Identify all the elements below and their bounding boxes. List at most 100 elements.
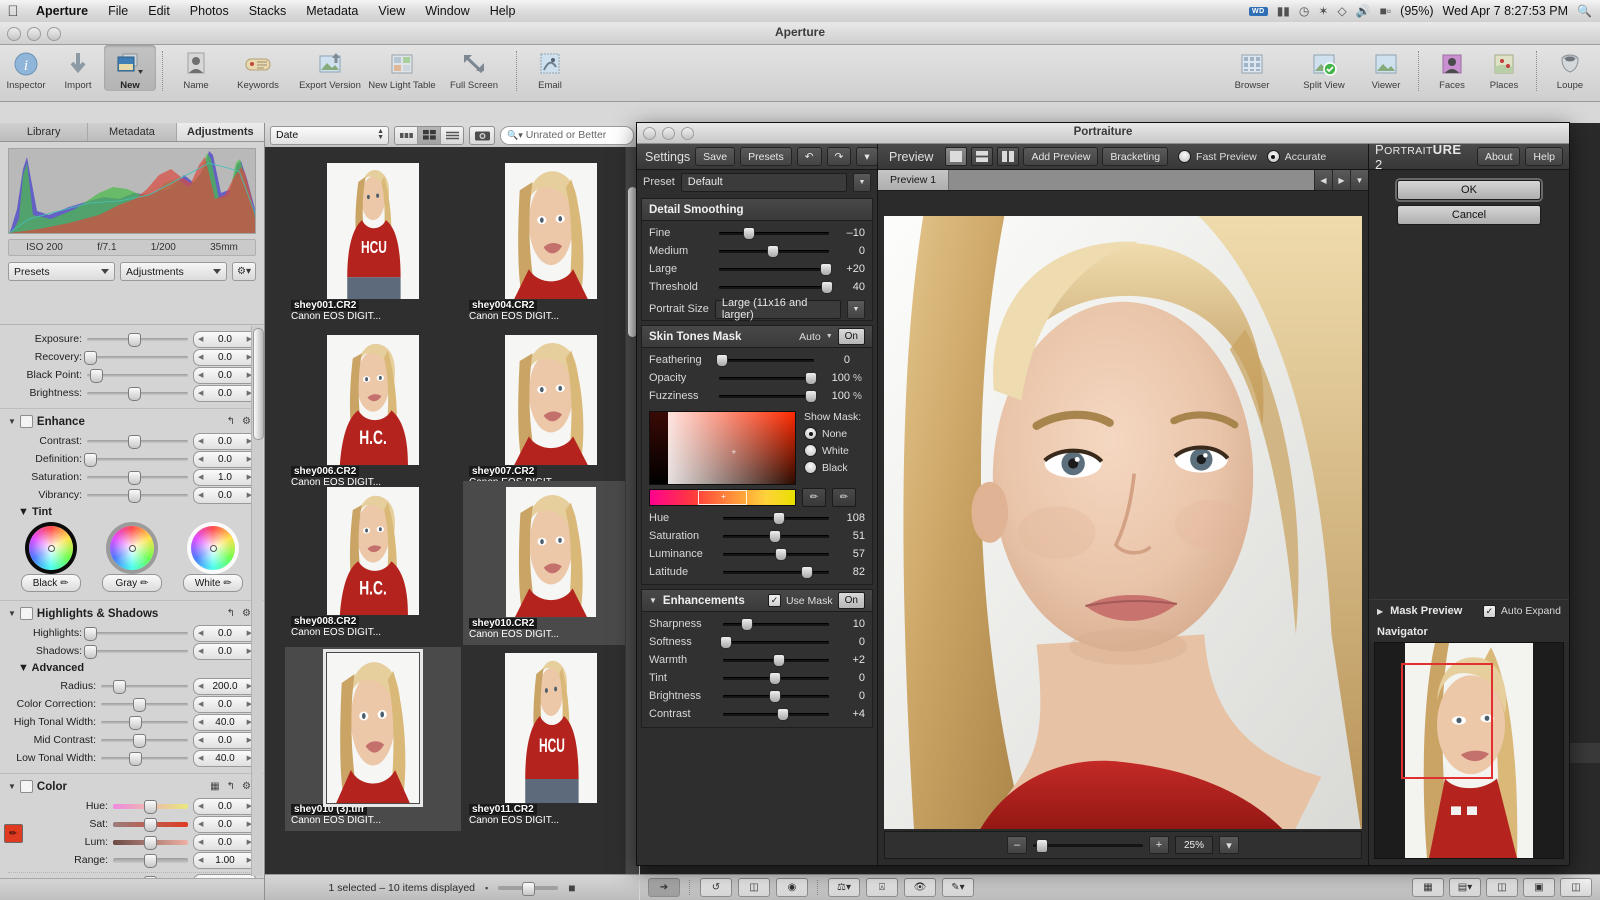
tint-wheel-black[interactable] [28, 526, 73, 570]
adjust-slider[interactable] [101, 751, 188, 766]
compare-icon[interactable]: ◫ [1486, 878, 1518, 897]
undo-arrow-icon[interactable]: ↶ [796, 147, 822, 166]
plugin-slider[interactable] [720, 636, 829, 649]
adjustments-popup[interactable]: Adjustments [120, 262, 227, 281]
portrait-size-value[interactable]: Large (11x16 and larger) [714, 297, 841, 321]
adjust-slider[interactable] [101, 679, 188, 694]
eyedropper-remove-icon[interactable]: ✏ [832, 487, 856, 507]
adj-value-stepper[interactable]: ◀ 200.0 ▶ [193, 677, 257, 695]
thumbnail-image[interactable]: H.C. [327, 335, 419, 465]
grid-view-icon[interactable] [418, 126, 441, 144]
search-input[interactable]: 🔍▾ Unrated or Better [500, 125, 634, 145]
bluetooth-icon[interactable]: ✶ [1318, 0, 1328, 22]
auto-expand-checkbox[interactable]: ✓ [1482, 604, 1496, 618]
thumbnail-size-slider[interactable] [498, 881, 559, 896]
redo-arrow-icon[interactable]: ↷ [826, 147, 852, 166]
thumbnail-cell[interactable]: shey004.CR2 Canon EOS DIGIT... [463, 157, 626, 327]
plugin-slider[interactable] [719, 227, 829, 240]
reset-icon[interactable]: ↰ [227, 608, 235, 619]
chevron-right-icon[interactable]: ▶ [1332, 170, 1350, 190]
menu-item-help[interactable]: Help [480, 0, 526, 22]
adjust-slider[interactable] [101, 697, 188, 712]
tint-subtitle[interactable]: ▼ Tint [0, 504, 264, 521]
adj-value-stepper[interactable]: ◀ 1.0 ▶ [193, 468, 257, 486]
saturation-brightness-box[interactable]: + [649, 411, 796, 485]
toolbar-keywords[interactable]: Keywords [222, 45, 294, 91]
plugin-slider[interactable] [719, 263, 832, 276]
menu-item-stacks[interactable]: Stacks [239, 0, 297, 22]
ok-button[interactable]: OK [1397, 180, 1541, 200]
arrow-select-icon[interactable]: ➔ [648, 878, 680, 897]
skin-mask-mode[interactable]: Auto [799, 331, 821, 343]
chevron-down-icon[interactable]: ▼ [1350, 170, 1368, 190]
reset-icon[interactable]: ↰ [227, 416, 235, 427]
toolbar-new-light-table[interactable]: New Light Table [366, 45, 438, 91]
primary-only-icon[interactable]: ▣ [1523, 878, 1555, 897]
menu-item-file[interactable]: File [98, 0, 138, 22]
adj-value-stepper[interactable]: ◀ 0.0 ▶ [193, 330, 257, 348]
adj-value-stepper[interactable]: ◀ 0.0 ▶ [193, 624, 257, 642]
disclosure-triangle-icon[interactable]: ▼ [649, 596, 657, 605]
inspector-scrollbar[interactable] [251, 326, 264, 876]
plugin-slider[interactable] [723, 530, 829, 543]
cancel-button[interactable]: Cancel [1397, 205, 1541, 225]
tab-library[interactable]: Library [0, 123, 89, 141]
presets-popup[interactable]: Presets [8, 262, 115, 281]
volume-icon[interactable]: 🔊 [1356, 0, 1371, 22]
menu-item-photos[interactable]: Photos [180, 0, 239, 22]
zoom-level-field[interactable]: 25% [1175, 836, 1213, 854]
color-swatch-red[interactable]: ✏ [3, 823, 23, 843]
color-value-stepper[interactable]: ◀0.0▶ [193, 797, 257, 815]
show-mask-none[interactable]: None [804, 427, 861, 440]
toolbar-new[interactable]: New [104, 45, 156, 91]
chevron-down-icon[interactable]: ▼ [826, 333, 833, 340]
crop-icon[interactable]: ⍓ [866, 878, 898, 897]
scrollbar-thumb[interactable] [253, 328, 264, 440]
spotlight-search-icon[interactable]: 🔍 [1577, 0, 1592, 22]
zoom-slider[interactable] [1033, 838, 1143, 853]
color-slider[interactable] [113, 817, 188, 832]
color-checkbox[interactable] [19, 780, 33, 793]
preview-canvas[interactable] [884, 216, 1362, 829]
add-preview-button[interactable]: Add Preview [1023, 147, 1099, 166]
thumbnail-cell[interactable]: H.C. shey008.CR2 Canon EOS DIGIT... [285, 481, 461, 643]
adjust-slider[interactable] [84, 644, 188, 659]
navigator-viewport-rect[interactable] [1401, 663, 1493, 779]
tab-adjustments[interactable]: Adjustments [176, 123, 264, 141]
thumbnail-image[interactable] [505, 335, 597, 465]
apple-menu-icon[interactable]:  [0, 4, 26, 19]
disclosure-triangle-icon[interactable]: ▼ [8, 417, 16, 426]
enhancements-on-toggle[interactable]: On [837, 592, 865, 609]
horizontal-split-icon[interactable] [971, 147, 994, 166]
color-value-stepper[interactable]: ◀ 1.00 ▶ [193, 851, 257, 869]
chevron-down-icon[interactable]: ▼ [847, 299, 865, 319]
adjust-slider[interactable] [87, 470, 188, 485]
menu-item-metadata[interactable]: Metadata [296, 0, 368, 22]
adjust-slider[interactable] [84, 452, 188, 467]
white-picker-button[interactable]: White ✏ [183, 574, 244, 592]
disclosure-triangle-icon[interactable]: ▶ [1377, 607, 1383, 616]
metadata-overlay-icon[interactable]: ▦ [1412, 878, 1444, 897]
preset-value[interactable]: Default [680, 172, 847, 192]
quick-brush-icon[interactable]: ✎▾ [942, 878, 974, 897]
plugin-slider[interactable] [719, 281, 833, 294]
show-mask-white[interactable]: White [804, 444, 861, 457]
adj-value-stepper[interactable]: ◀ 0.0 ▶ [193, 642, 257, 660]
adj-value-stepper[interactable]: ◀ 40.0 ▶ [193, 713, 257, 731]
thumbnail-image[interactable] [505, 163, 597, 299]
fast-preview-option[interactable]: Fast Preview [1178, 150, 1257, 163]
grid-overlay-icon[interactable]: ◫ [1560, 878, 1592, 897]
battery-icon[interactable]: ■▫ [1380, 0, 1392, 22]
thumbnail-image[interactable]: HCU [327, 163, 419, 299]
lift-stamp-icon[interactable]: ⚖▾ [828, 878, 860, 897]
toolbar-browser[interactable]: Browser [1216, 45, 1288, 91]
wifi-icon[interactable]: ◇ [1337, 0, 1346, 22]
color-swatches-icon[interactable]: ▦ [210, 781, 219, 792]
eyedropper-add-icon[interactable]: ✏ [802, 487, 826, 507]
thumbnail-image[interactable]: H.C. [327, 487, 419, 615]
vertical-split-icon[interactable] [997, 147, 1020, 166]
toolbar-full-screen[interactable]: Full Screen [438, 45, 510, 91]
accurate-option[interactable]: Accurate [1266, 150, 1326, 163]
adj-value-stepper[interactable]: ◀ 0.0 ▶ [193, 486, 257, 504]
help-button[interactable]: Help [1525, 147, 1563, 166]
